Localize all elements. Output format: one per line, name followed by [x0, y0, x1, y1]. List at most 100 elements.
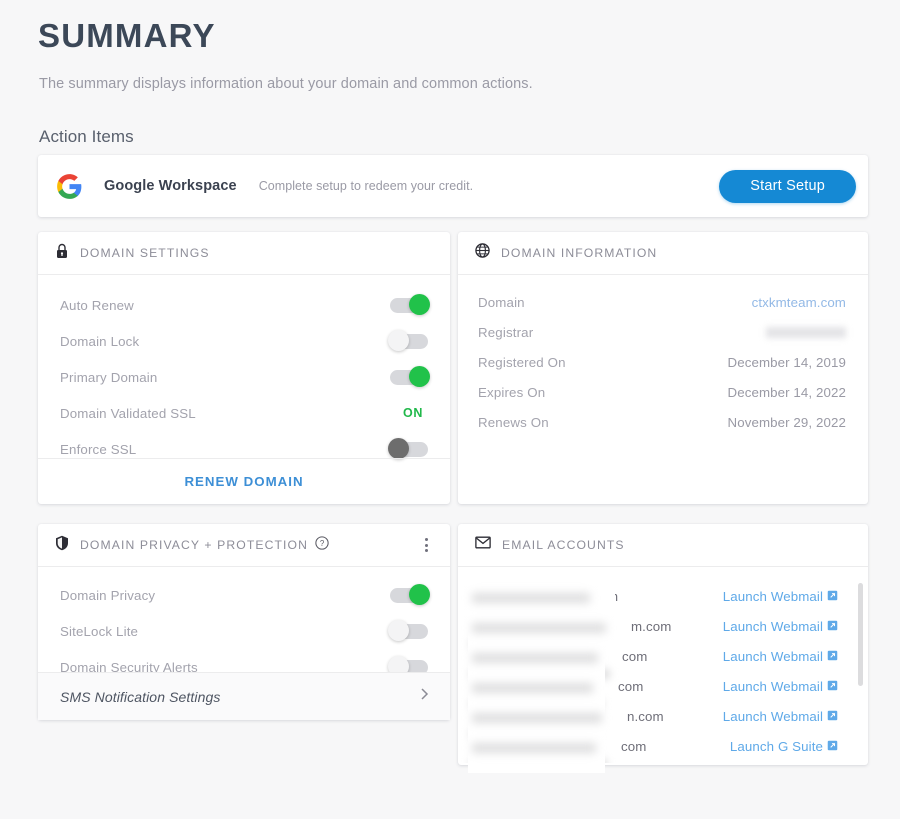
launch-webmail-label: Launch Webmail [723, 649, 823, 664]
launch-webmail-link[interactable]: Launch Webmail [723, 619, 838, 634]
row-label: Domain Validated SSL [60, 406, 196, 421]
google-workspace-banner: Google Workspace Complete setup to redee… [38, 155, 868, 217]
domain-information-card: DOMAIN INFORMATION Domain ctxkmteam.com … [458, 232, 868, 504]
email-accounts-card: EMAIL ACCOUNTS m Launch Webmail m.com La… [458, 524, 868, 765]
chevron-right-icon [419, 687, 430, 706]
launch-webmail-link[interactable]: Launch Webmail [723, 589, 838, 604]
registrar-value-redacted [766, 327, 846, 338]
primary-domain-toggle[interactable] [390, 370, 428, 385]
summary-page: SUMMARY The summary displays information… [0, 0, 900, 819]
email-list-scrollbar-thumb[interactable] [858, 583, 863, 686]
email-accounts-title: EMAIL ACCOUNTS [502, 538, 625, 552]
enforce-ssl-toggle[interactable] [390, 442, 428, 457]
domain-lock-toggle[interactable] [390, 334, 428, 349]
domain-privacy-header: DOMAIN PRIVACY + PROTECTION ? [38, 524, 450, 567]
external-link-icon [827, 649, 838, 664]
info-value: November 29, 2022 [728, 415, 847, 430]
external-link-icon [827, 679, 838, 694]
row-domain-privacy: Domain Privacy [38, 577, 450, 613]
domain-value-link[interactable]: ctxkmteam.com [752, 295, 846, 310]
list-item: m Launch Webmail [458, 581, 868, 611]
email-accounts-header: EMAIL ACCOUNTS [458, 524, 868, 567]
domain-settings-title: DOMAIN SETTINGS [80, 246, 210, 260]
list-item: com Launch Webmail [458, 671, 868, 701]
info-row-expires-on: Expires On December 14, 2022 [458, 377, 868, 407]
domain-information-header: DOMAIN INFORMATION [458, 232, 868, 275]
email-address: m.com [479, 619, 671, 634]
domain-settings-card: DOMAIN SETTINGS Auto Renew Domain Lock P… [38, 232, 450, 504]
launch-g-suite-link[interactable]: Launch G Suite [730, 739, 838, 754]
domain-information-rows: Domain ctxkmteam.com Registrar Registere… [458, 275, 868, 437]
row-label: SiteLock Lite [60, 624, 138, 639]
email-address: com [479, 739, 646, 754]
email-address: n.com [479, 709, 664, 724]
domain-information-title: DOMAIN INFORMATION [501, 246, 657, 260]
sms-notification-settings-label: SMS Notification Settings [60, 689, 220, 705]
external-link-icon [827, 739, 838, 754]
email-address: com [479, 649, 647, 664]
list-item: com Launch G Suite [458, 731, 868, 761]
email-address: m [479, 589, 618, 604]
row-label: Primary Domain [60, 370, 157, 385]
info-row-registered-on: Registered On December 14, 2019 [458, 347, 868, 377]
kebab-menu-icon[interactable] [418, 537, 434, 553]
google-workspace-description: Complete setup to redeem your credit. [259, 179, 473, 193]
row-primary-domain: Primary Domain [38, 359, 450, 395]
info-label: Renews On [478, 415, 549, 430]
start-setup-button[interactable]: Start Setup [719, 170, 856, 203]
page-subtitle: The summary displays information about y… [39, 76, 533, 92]
info-row-renews-on: Renews On November 29, 2022 [458, 407, 868, 437]
email-accounts-list: m Launch Webmail m.com Launch Webmail [458, 567, 868, 763]
info-value: December 14, 2019 [728, 355, 847, 370]
row-domain-validated-ssl: Domain Validated SSL ON [38, 395, 450, 431]
list-item: com Launch Webmail [458, 641, 868, 671]
envelope-icon [475, 536, 491, 554]
section-heading-action-items: Action Items [39, 127, 134, 147]
info-row-domain: Domain ctxkmteam.com [458, 287, 868, 317]
launch-webmail-link[interactable]: Launch Webmail [723, 709, 838, 724]
info-value: December 14, 2022 [728, 385, 847, 400]
list-item: n.com Launch Webmail [458, 701, 868, 731]
info-label: Domain [478, 295, 525, 310]
google-g-logo-icon [56, 173, 83, 200]
question-circle-icon[interactable]: ? [315, 536, 329, 555]
launch-webmail-link[interactable]: Launch Webmail [723, 679, 838, 694]
external-link-icon [827, 619, 838, 634]
external-link-icon [827, 589, 838, 604]
row-auto-renew: Auto Renew [38, 287, 450, 323]
row-label: Enforce SSL [60, 442, 136, 457]
launch-webmail-link[interactable]: Launch Webmail [723, 649, 838, 664]
domain-settings-rows: Auto Renew Domain Lock Primary Domain Do… [38, 275, 450, 473]
globe-icon [475, 243, 490, 263]
list-item: m.com Launch Webmail [458, 611, 868, 641]
launch-g-suite-label: Launch G Suite [730, 739, 823, 754]
domain-validated-ssl-status: ON [403, 406, 423, 420]
row-domain-lock: Domain Lock [38, 323, 450, 359]
launch-webmail-label: Launch Webmail [723, 709, 823, 724]
shield-icon [55, 535, 69, 556]
email-address: com [479, 679, 643, 694]
renew-domain-button[interactable]: RENEW DOMAIN [38, 458, 450, 504]
launch-webmail-label: Launch Webmail [723, 589, 823, 604]
info-label: Registered On [478, 355, 566, 370]
launch-webmail-label: Launch Webmail [723, 679, 823, 694]
lock-icon [55, 243, 69, 264]
sms-notification-settings-row[interactable]: SMS Notification Settings [38, 672, 450, 720]
info-label: Expires On [478, 385, 545, 400]
row-label: Auto Renew [60, 298, 134, 313]
domain-settings-header: DOMAIN SETTINGS [38, 232, 450, 275]
sitelock-lite-toggle[interactable] [390, 624, 428, 639]
renew-domain-label: RENEW DOMAIN [184, 474, 303, 489]
domain-privacy-card: DOMAIN PRIVACY + PROTECTION ? Domain Pri… [38, 524, 450, 720]
domain-privacy-toggle[interactable] [390, 588, 428, 603]
auto-renew-toggle[interactable] [390, 298, 428, 313]
google-workspace-name: Google Workspace [104, 178, 237, 194]
domain-privacy-title: DOMAIN PRIVACY + PROTECTION [80, 538, 308, 552]
launch-webmail-label: Launch Webmail [723, 619, 823, 634]
row-label: Domain Privacy [60, 588, 155, 603]
row-label: Domain Lock [60, 334, 139, 349]
row-sitelock-lite: SiteLock Lite [38, 613, 450, 649]
svg-text:?: ? [320, 539, 325, 548]
info-row-registrar: Registrar [458, 317, 868, 347]
info-label: Registrar [478, 325, 533, 340]
